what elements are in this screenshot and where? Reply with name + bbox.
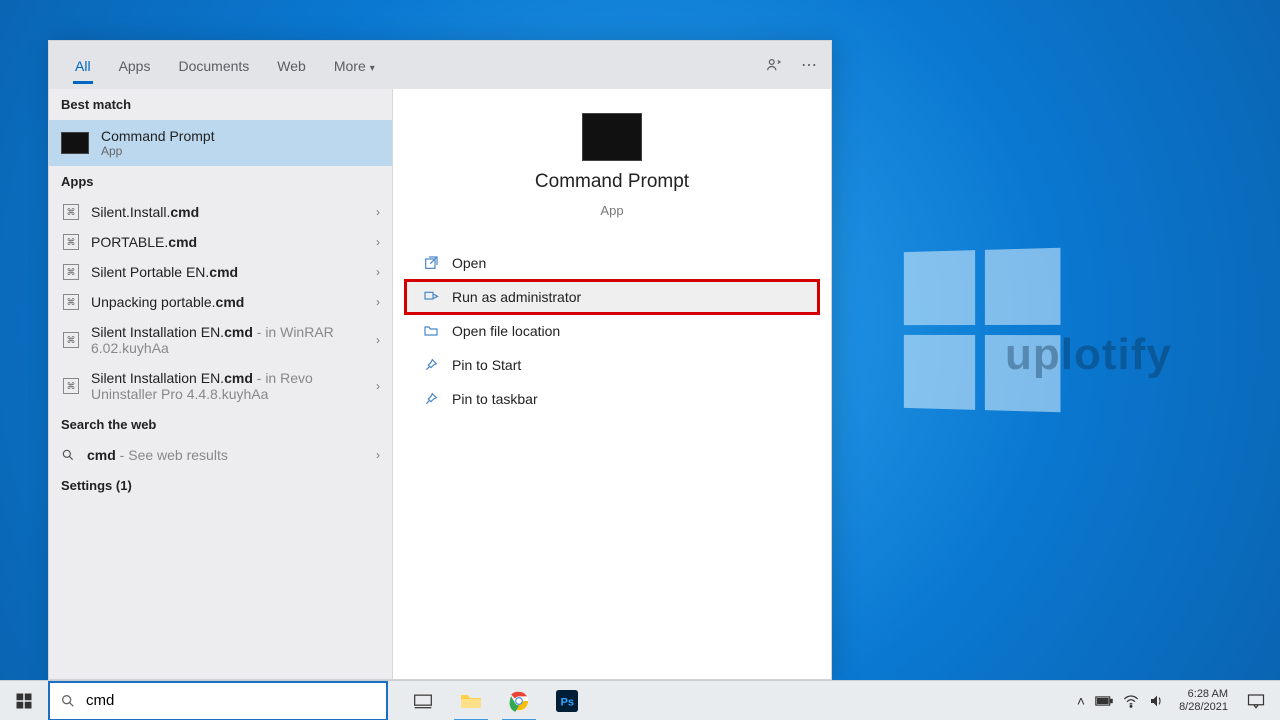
preview-subtitle: App <box>600 203 623 218</box>
file-icon: ⌘ <box>63 378 79 394</box>
result-subtitle: App <box>101 144 380 158</box>
pin-icon <box>423 391 439 407</box>
chevron-right-icon: › <box>376 265 380 279</box>
action-label: Pin to Start <box>452 357 521 373</box>
result-preview-pane: Command Prompt App Open Run as administr… <box>393 89 831 679</box>
tab-web[interactable]: Web <box>265 46 318 84</box>
action-pin-to-taskbar[interactable]: Pin to taskbar <box>405 382 819 416</box>
chevron-right-icon: › <box>376 448 380 462</box>
feedback-icon[interactable] <box>765 56 783 74</box>
result-app-2[interactable]: ⌘ Silent Portable EN.cmd › <box>49 257 392 287</box>
action-label: Open file location <box>452 323 560 339</box>
task-view-button[interactable] <box>400 681 446 720</box>
taskbar-search-box[interactable] <box>48 681 388 720</box>
chevron-right-icon: › <box>376 205 380 219</box>
chevron-right-icon: › <box>376 333 380 347</box>
folder-icon <box>423 323 439 339</box>
results-list: Best match Command Prompt App Apps ⌘ Sil… <box>49 89 393 679</box>
file-icon: ⌘ <box>63 294 79 310</box>
result-app-3[interactable]: ⌘ Unpacking portable.cmd › <box>49 287 392 317</box>
taskbar: Ps ˄ 6:28 AM 8/28/2021 <box>0 680 1280 720</box>
open-icon <box>423 255 439 271</box>
tab-documents[interactable]: Documents <box>166 46 261 84</box>
preview-title: Command Prompt <box>535 171 689 193</box>
action-run-as-administrator[interactable]: Run as administrator <box>405 280 819 314</box>
search-filter-tabs: All Apps Documents Web More ▾ ⋯ <box>49 41 831 89</box>
result-app-1[interactable]: ⌘ PORTABLE.cmd › <box>49 227 392 257</box>
action-open[interactable]: Open <box>405 246 819 280</box>
volume-icon[interactable] <box>1149 694 1165 708</box>
file-icon: ⌘ <box>63 332 79 348</box>
shield-admin-icon <box>423 289 439 305</box>
action-open-file-location[interactable]: Open file location <box>405 314 819 348</box>
search-input[interactable] <box>86 692 376 709</box>
svg-text:Ps: Ps <box>561 696 574 708</box>
chevron-right-icon: › <box>376 295 380 309</box>
tray-time: 6:28 AM <box>1179 688 1228 701</box>
search-icon <box>60 693 76 709</box>
battery-icon[interactable] <box>1095 695 1113 707</box>
pin-icon <box>423 357 439 373</box>
chevron-right-icon: › <box>376 235 380 249</box>
section-apps: Apps <box>49 166 392 197</box>
tab-apps[interactable]: Apps <box>107 46 163 84</box>
result-app-4[interactable]: ⌘ Silent Installation EN.cmd - in WinRAR… <box>49 317 392 363</box>
file-icon: ⌘ <box>63 204 79 220</box>
desktop: uplotify All Apps Documents Web More ▾ ⋯ … <box>0 0 1280 720</box>
result-command-prompt[interactable]: Command Prompt App <box>49 120 392 166</box>
taskbar-app-photoshop[interactable]: Ps <box>544 681 590 720</box>
wifi-icon[interactable] <box>1123 694 1139 708</box>
watermark-text: uplotify <box>1005 330 1172 380</box>
tray-overflow-icon[interactable]: ˄ <box>1077 693 1085 709</box>
action-label: Run as administrator <box>452 289 581 305</box>
result-app-0[interactable]: ⌘ Silent.Install.cmd › <box>49 197 392 227</box>
result-title: Command Prompt <box>101 128 215 144</box>
chevron-right-icon: › <box>376 379 380 393</box>
taskbar-app-file-explorer[interactable] <box>448 681 494 720</box>
action-pin-to-start[interactable]: Pin to Start <box>405 348 819 382</box>
search-icon <box>61 448 75 462</box>
file-icon: ⌘ <box>63 264 79 280</box>
tab-all[interactable]: All <box>63 46 103 84</box>
section-best-match: Best match <box>49 89 392 120</box>
section-search-web: Search the web <box>49 409 392 440</box>
section-settings[interactable]: Settings (1) <box>49 470 392 501</box>
start-search-panel: All Apps Documents Web More ▾ ⋯ Best matc… <box>48 40 832 680</box>
result-app-5[interactable]: ⌘ Silent Installation EN.cmd - in Revo U… <box>49 363 392 409</box>
chevron-down-icon: ▾ <box>370 63 375 74</box>
action-label: Pin to taskbar <box>452 391 538 407</box>
file-icon: ⌘ <box>63 234 79 250</box>
cmd-icon <box>582 113 642 161</box>
tab-more-label: More <box>334 58 366 74</box>
action-center-button[interactable] <box>1236 693 1276 709</box>
result-web-cmd[interactable]: cmd - See web results › <box>49 440 392 470</box>
tray-clock[interactable]: 6:28 AM 8/28/2021 <box>1171 688 1236 714</box>
taskbar-app-chrome[interactable] <box>496 681 542 720</box>
tab-more[interactable]: More ▾ <box>322 46 387 84</box>
tray-date: 8/28/2021 <box>1179 701 1228 714</box>
system-tray: ˄ 6:28 AM 8/28/2021 <box>1071 681 1280 720</box>
action-label: Open <box>452 255 486 271</box>
cmd-icon <box>61 132 89 154</box>
start-button[interactable] <box>0 681 48 720</box>
ellipsis-icon[interactable]: ⋯ <box>801 55 817 75</box>
